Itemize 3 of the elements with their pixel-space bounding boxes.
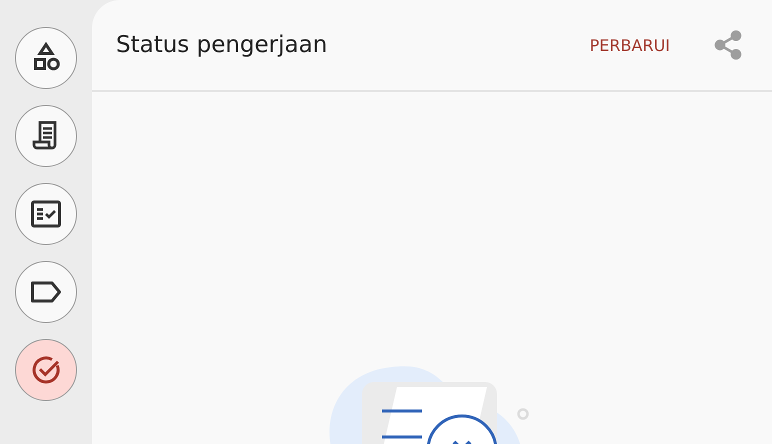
share-icon[interactable] [712, 29, 744, 61]
refresh-button[interactable]: PERBARUI [582, 30, 678, 60]
page-title: Status pengerjaan [116, 32, 328, 58]
